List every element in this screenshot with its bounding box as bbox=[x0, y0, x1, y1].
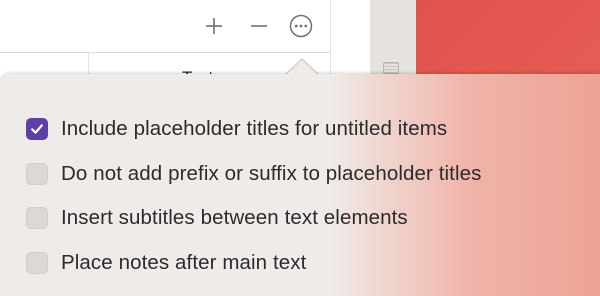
checkbox[interactable] bbox=[26, 163, 48, 185]
minus-icon[interactable] bbox=[245, 12, 273, 40]
option-insert-subtitles[interactable]: Insert subtitles between text elements bbox=[26, 204, 408, 232]
checkbox[interactable] bbox=[26, 118, 48, 140]
popover-arrow bbox=[286, 60, 318, 75]
toolbar-divider bbox=[0, 52, 330, 53]
screen: Text Include placeholder titles for unti… bbox=[0, 0, 600, 296]
option-no-prefix-suffix[interactable]: Do not add prefix or suffix to placehold… bbox=[26, 160, 481, 188]
option-placeholder-titles[interactable]: Include placeholder titles for untitled … bbox=[26, 115, 447, 143]
checkmark-icon bbox=[31, 124, 43, 134]
checkbox[interactable] bbox=[26, 207, 48, 229]
checkbox[interactable] bbox=[26, 252, 48, 274]
option-label: Place notes after main text bbox=[61, 251, 307, 274]
options-popover: Include placeholder titles for untitled … bbox=[0, 74, 600, 296]
more-options-icon[interactable] bbox=[287, 12, 315, 40]
option-label: Include placeholder titles for untitled … bbox=[61, 117, 448, 140]
option-notes-after-text[interactable]: Place notes after main text bbox=[26, 249, 306, 277]
option-label: Do not add prefix or suffix to placehold… bbox=[61, 162, 482, 185]
plus-icon[interactable] bbox=[200, 12, 228, 40]
list-icon bbox=[383, 62, 399, 74]
option-label: Insert subtitles between text elements bbox=[61, 206, 408, 229]
window-inner-border bbox=[330, 0, 331, 80]
